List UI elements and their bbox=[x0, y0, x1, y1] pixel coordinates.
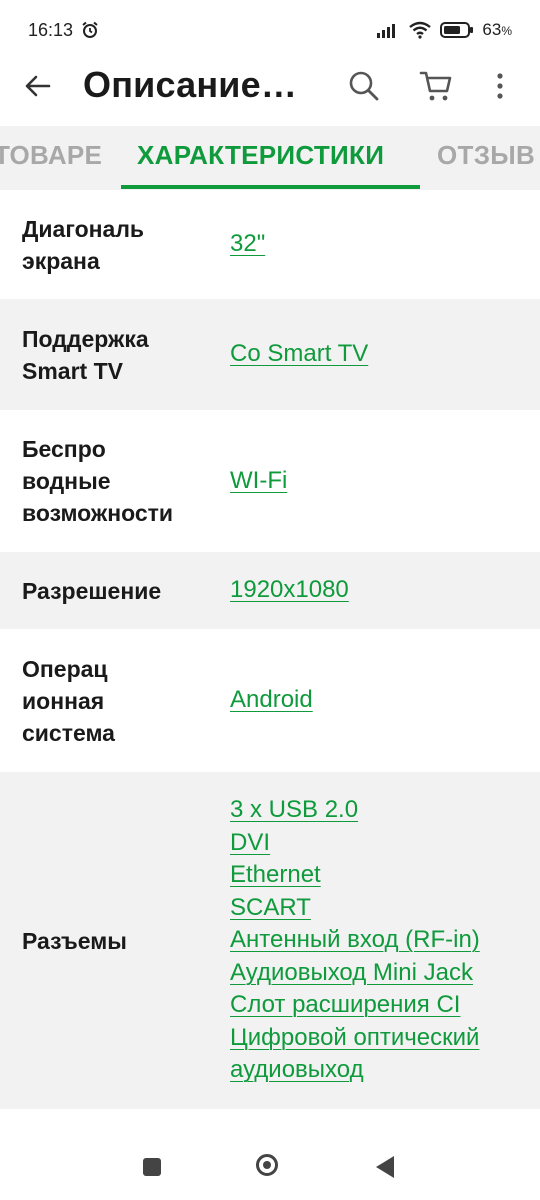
spec-value-link[interactable]: аудиовыход bbox=[230, 1054, 480, 1087]
system-nav-bar bbox=[0, 1130, 540, 1200]
signal-icon bbox=[377, 24, 396, 38]
spec-value-link[interactable]: Android bbox=[230, 684, 313, 717]
spec-value: 32" bbox=[208, 228, 265, 261]
page-title: Описание… bbox=[83, 64, 298, 105]
spec-value-link[interactable]: Ethernet bbox=[230, 859, 480, 892]
spec-value-link[interactable]: Аудиовыход Mini Jack bbox=[230, 957, 480, 990]
battery-percent: 63 bbox=[482, 20, 502, 39]
specs-table: Диагональ экрана 32" Поддержка Smart TV … bbox=[0, 190, 540, 1109]
status-bar-left: 16:13 bbox=[28, 20, 99, 41]
alarm-icon bbox=[82, 21, 98, 38]
more-vert-icon[interactable] bbox=[490, 68, 510, 104]
spec-value-link[interactable]: Со Smart TV bbox=[230, 338, 368, 371]
app-bar: Описание… bbox=[0, 60, 540, 126]
battery-icon bbox=[440, 22, 474, 38]
spec-row-resolution: Разрешение 1920x1080 bbox=[0, 552, 540, 629]
spec-label: Беспро водные возможности bbox=[22, 436, 174, 526]
spec-label: Операц ионная система bbox=[22, 655, 115, 746]
spec-label: Разрешение bbox=[22, 577, 162, 604]
tab-about[interactable]: ТОВАРЕ bbox=[0, 140, 102, 171]
spec-value-link[interactable]: WI-Fi bbox=[230, 465, 287, 498]
spec-row-wireless: Беспро водные возможности WI-Fi bbox=[0, 410, 540, 552]
spec-value-link[interactable]: Слот расширения CI bbox=[230, 989, 480, 1022]
home-icon[interactable] bbox=[256, 1154, 278, 1176]
cart-icon[interactable] bbox=[418, 68, 454, 104]
spec-value: 3 x USB 2.0 DVI Ethernet SCART Антенный … bbox=[208, 794, 480, 1087]
active-tab-indicator bbox=[121, 185, 420, 189]
spec-value-link[interactable]: Цифровой оптический bbox=[230, 1022, 480, 1055]
tab-characteristics[interactable]: ХАРАКТЕРИСТИКИ bbox=[137, 140, 384, 171]
search-icon[interactable] bbox=[346, 68, 382, 104]
spec-row-diagonal: Диагональ экрана 32" bbox=[0, 190, 540, 299]
nav-back-icon[interactable] bbox=[376, 1156, 394, 1178]
spec-value-link[interactable]: DVI bbox=[230, 827, 480, 860]
spec-label: Поддержка Smart TV bbox=[22, 325, 149, 384]
spec-value-link[interactable]: 32" bbox=[230, 228, 265, 261]
back-arrow-icon[interactable] bbox=[22, 70, 54, 102]
spec-value: Android bbox=[208, 684, 313, 717]
tab-reviews[interactable]: ОТЗЫВ bbox=[437, 140, 535, 171]
status-bar-right: 63% bbox=[376, 20, 512, 40]
spec-value-link[interactable]: Антенный вход (RF-in) bbox=[230, 924, 480, 957]
status-bar: 16:13 63% bbox=[0, 0, 540, 60]
spec-value-link[interactable]: 3 x USB 2.0 bbox=[230, 794, 480, 827]
recents-icon[interactable] bbox=[143, 1158, 161, 1176]
status-time: 16:13 bbox=[28, 19, 74, 40]
spec-value-link[interactable]: SCART bbox=[230, 892, 480, 925]
spec-value-link[interactable]: 1920x1080 bbox=[230, 574, 349, 607]
spec-label: Диагональ экрана bbox=[22, 215, 145, 274]
spec-value: Со Smart TV bbox=[208, 338, 368, 371]
spec-row-ports: Разъемы 3 x USB 2.0 DVI Ethernet SCART А… bbox=[0, 772, 540, 1109]
tab-bar: ТОВАРЕ ХАРАКТЕРИСТИКИ ОТЗЫВ bbox=[0, 126, 540, 190]
spec-value: WI-Fi bbox=[208, 465, 287, 498]
spec-row-smart-tv: Поддержка Smart TV Со Smart TV bbox=[0, 299, 540, 410]
spec-value: 1920x1080 bbox=[208, 574, 349, 607]
spec-label: Разъемы bbox=[22, 927, 127, 954]
spec-row-os: Операц ионная система Android bbox=[0, 629, 540, 772]
wifi-icon bbox=[409, 21, 432, 39]
